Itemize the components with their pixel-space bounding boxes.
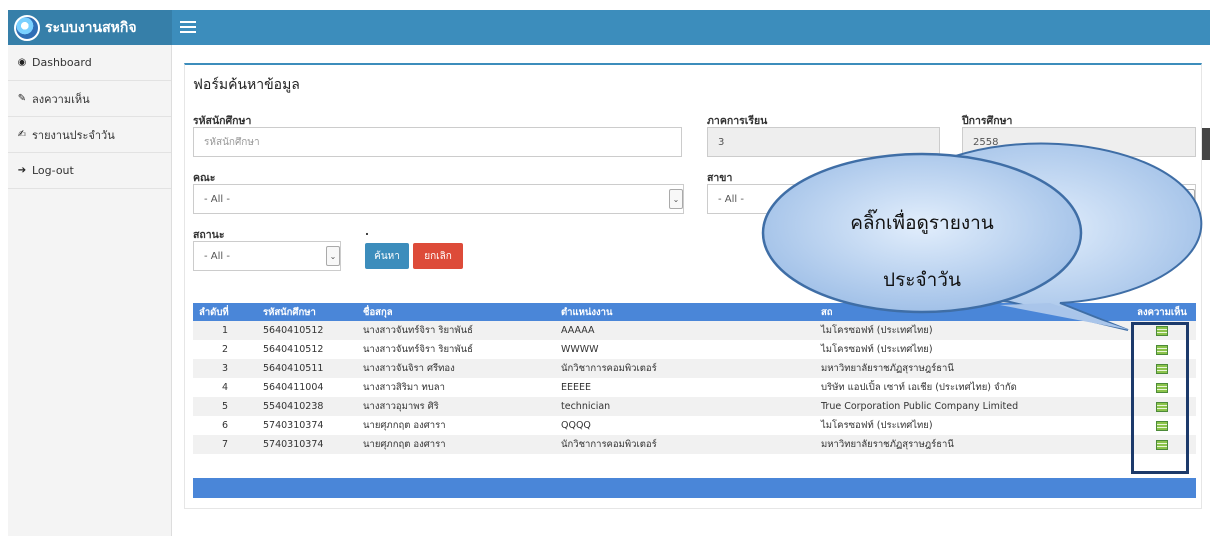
table-row: 1 5640410512 นางสาวจันทร์จิรา ริยาพันธ์ …	[193, 321, 1196, 340]
cell: AAAAA	[561, 325, 595, 336]
cell: ไมโครซอฟท์ (ประเทศไทย)	[821, 344, 933, 355]
brand[interactable]: ระบบงานสหกิจ	[8, 10, 172, 45]
cell: มหาวิทยาลัยราชภัฏสุราษฎร์ธานี	[821, 439, 954, 450]
dot-label: .	[365, 226, 369, 238]
cell: 6	[221, 420, 229, 431]
results-table: ลำดับที่ รหัสนักศึกษา ชื่อสกุล ตำแหน่งงา…	[193, 303, 1196, 454]
cell: 5540410238	[263, 401, 324, 412]
faculty-select-value: - All -	[204, 193, 230, 205]
semester-input[interactable]: 3	[707, 127, 940, 157]
cell: นางสาวสิริมา ทบลา	[363, 382, 445, 393]
cell: บริษัท แอปเปิ้ล เซาท์ เอเชีย (ประเทศไทย)…	[821, 382, 1017, 393]
chevron-down-icon: ⌄	[669, 189, 683, 209]
edit-icon: ✍	[17, 129, 27, 140]
cell: 5	[221, 401, 229, 412]
cell: QQQQ	[561, 420, 591, 431]
cell: ไมโครซอฟท์ (ประเทศไทย)	[821, 325, 933, 336]
sidebar-item-label: รายงานประจำวัน	[32, 128, 115, 142]
form-title: ฟอร์มค้นหาข้อมูล	[193, 77, 300, 93]
status-select[interactable]: - All - ⌄	[193, 241, 341, 271]
col-header: ลำดับที่	[199, 306, 229, 318]
table-header-row: ลำดับที่ รหัสนักศึกษา ชื่อสกุล ตำแหน่งงา…	[193, 303, 1196, 321]
cell: 5740310374	[263, 439, 324, 450]
table-row: 6 5740310374 นายศุภกฤต องศารา QQQQ ไมโคร…	[193, 416, 1196, 435]
sidebar-item-comment[interactable]: ✎ ลงความเห็น	[8, 81, 171, 117]
sidebar-item-label: Log-out	[32, 164, 74, 177]
cell: นักวิชาการคอมพิวเตอร์	[561, 439, 657, 450]
cell: 5640410511	[263, 363, 324, 374]
cell: True Corporation Public Company Limited	[821, 401, 1019, 412]
table-row: 5 5540410238 นางสาวอุมาพร ศิริ technicia…	[193, 397, 1196, 416]
cancel-button[interactable]: ยกเลิก	[413, 243, 463, 269]
sidebar-item-label: Dashboard	[32, 56, 92, 69]
col-header: รหัสนักศึกษา	[263, 306, 316, 318]
search-button[interactable]: ค้นหา	[365, 243, 409, 269]
col-header: ลงความเห็น	[1137, 306, 1187, 318]
sidebar-item-dashboard[interactable]: ◉ Dashboard	[8, 45, 171, 81]
cell: 5740310374	[263, 420, 324, 431]
year-input[interactable]: 2558	[962, 127, 1196, 157]
logo-icon	[14, 14, 40, 41]
cell: 5640410512	[263, 344, 324, 355]
cell: EEEEE	[561, 382, 592, 393]
status-select-value: - All -	[204, 250, 230, 262]
cell: technician	[561, 401, 611, 412]
branch-select[interactable]: - All - ⌄	[707, 184, 1196, 214]
table-row: 3 5640410511 นางสาวจันจิรา ศรีทอง นักวิช…	[193, 359, 1196, 378]
logout-icon: ➔	[17, 165, 27, 176]
cell: 4	[221, 382, 229, 393]
highlight-box	[1131, 322, 1189, 474]
sidebar-item-logout[interactable]: ➔ Log-out	[8, 153, 171, 189]
cell: 5640411004	[263, 382, 324, 393]
cell: ไมโครซอฟท์ (ประเทศไทย)	[821, 420, 933, 431]
cell: WWWW	[561, 344, 599, 355]
cell: มหาวิทยาลัยราชภัฏสุราษฎร์ธานี	[821, 363, 954, 374]
col-header: ชื่อสกุล	[363, 306, 393, 318]
cell: นายศุภกฤต องศารา	[363, 439, 446, 450]
table-row: 4 5640411004 นางสาวสิริมา ทบลา EEEEE บริ…	[193, 378, 1196, 397]
cell: นายศุภกฤต องศารา	[363, 420, 446, 431]
cell: 7	[221, 439, 229, 450]
col-header: สถ	[821, 306, 833, 318]
sidebar-item-label: ลงความเห็น	[32, 92, 90, 106]
student-id-input[interactable]: รหัสนักศึกษา	[193, 127, 682, 157]
app-title: ระบบงานสหกิจ	[45, 19, 137, 36]
chevron-down-icon: ⌄	[1181, 189, 1195, 209]
branch-select-value: - All -	[718, 193, 744, 205]
cell: 5640410512	[263, 325, 324, 336]
cell: 2	[221, 344, 229, 355]
col-header: ตำแหน่งงาน	[561, 306, 613, 318]
table-footer	[193, 478, 1196, 498]
table-row: 2 5640410512 นางสาวจันทร์จิรา ริยาพันธ์ …	[193, 340, 1196, 359]
cell: 3	[221, 363, 229, 374]
cell: 1	[221, 325, 229, 336]
dashboard-icon: ◉	[17, 57, 27, 68]
cell: นักวิชาการคอมพิวเตอร์	[561, 363, 657, 374]
cell: นางสาวอุมาพร ศิริ	[363, 401, 439, 412]
menu-toggle-icon[interactable]	[180, 19, 196, 35]
table-row: 7 5740310374 นายศุภกฤต องศารา นักวิชาการ…	[193, 435, 1196, 454]
chevron-down-icon: ⌄	[326, 246, 340, 266]
cell: นางสาวจันทร์จิรา ริยาพันธ์	[363, 344, 473, 355]
sidebar: ◉ Dashboard ✎ ลงความเห็น ✍ รายงานประจำวั…	[8, 45, 172, 536]
faculty-select[interactable]: - All - ⌄	[193, 184, 684, 214]
top-navbar: ระบบงานสหกิจ	[8, 10, 1210, 45]
search-form-box: ฟอร์มค้นหาข้อมูล รหัสนักศึกษา รหัสนักศึก…	[184, 63, 1202, 509]
pencil-icon: ✎	[17, 93, 27, 104]
sidebar-item-daily-report[interactable]: ✍ รายงานประจำวัน	[8, 117, 171, 153]
cell: นางสาวจันจิรา ศรีทอง	[363, 363, 455, 374]
cell: นางสาวจันทร์จิรา ริยาพันธ์	[363, 325, 473, 336]
